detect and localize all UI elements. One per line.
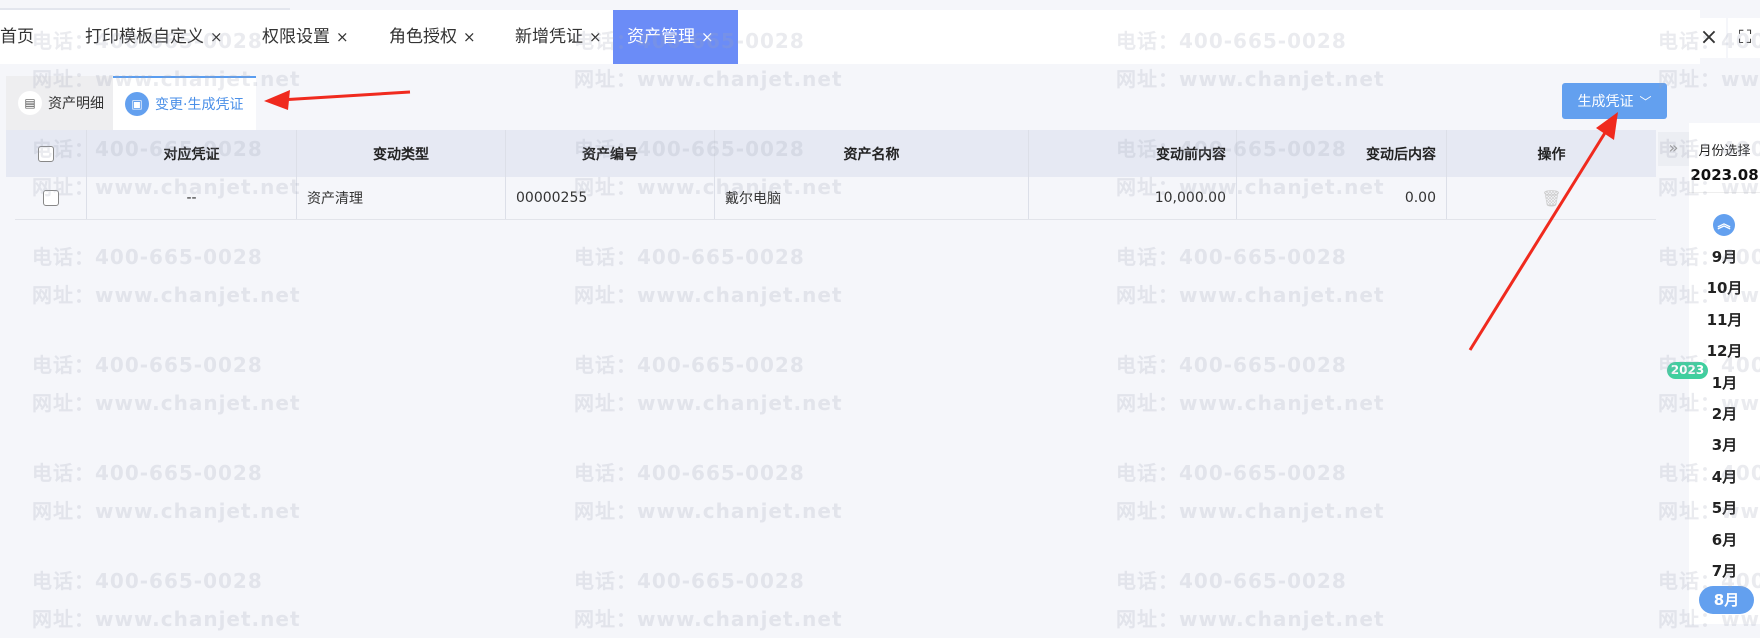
annotation-arrows: [264, 90, 1618, 351]
annotation-arrow-left: [264, 90, 411, 110]
annotation-arrow-up: [1468, 112, 1618, 351]
